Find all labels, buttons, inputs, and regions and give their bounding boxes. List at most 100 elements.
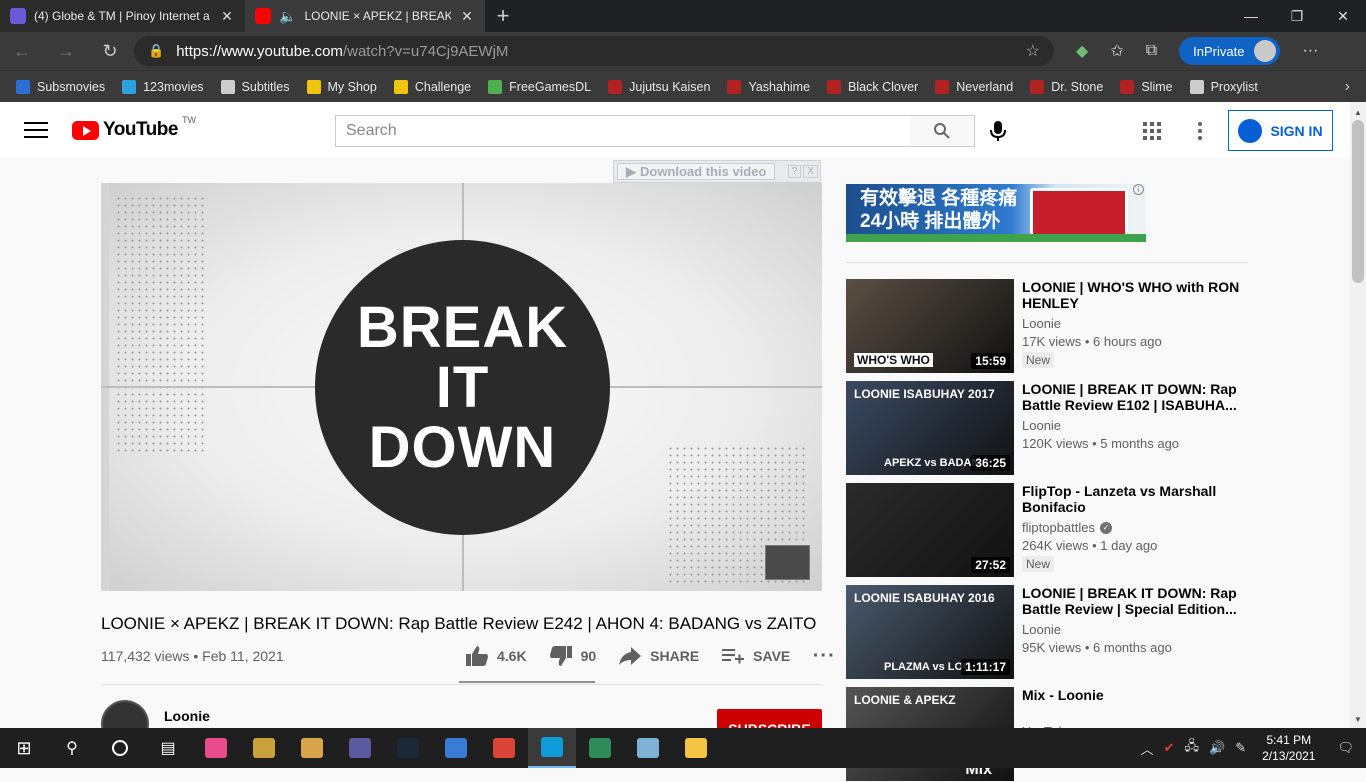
crunchyroll-icon xyxy=(608,79,623,94)
antivirus-icon[interactable]: ✔ xyxy=(1164,740,1175,756)
video-thumbnail[interactable]: 27:52 xyxy=(846,483,1014,577)
refresh-icon[interactable]: ↻ xyxy=(88,32,132,70)
save-button[interactable]: SAVE xyxy=(721,645,790,667)
recommended-video[interactable]: LOONIE ISABUHAY 2017 APEKZ vs BADAN 36:25 L… xyxy=(846,381,1248,476)
account-icon xyxy=(1238,118,1263,143)
sign-in-button[interactable]: SIGN IN xyxy=(1228,110,1333,151)
bookmark-item[interactable]: FreeGamesDL xyxy=(488,79,591,94)
channel-watermark[interactable] xyxy=(765,545,810,580)
search-button[interactable]: ⚲ xyxy=(48,728,96,768)
microphone-icon[interactable] xyxy=(988,120,1008,142)
speaker-icon[interactable]: 🔈 xyxy=(279,8,296,25)
like-button[interactable]: 4.6K xyxy=(465,645,527,667)
video-thumbnail[interactable]: LOONIE ISABUHAY 2016 PLAZMA vs LOO 1:11:17 xyxy=(846,585,1014,679)
bookmark-item[interactable]: Subsmovies xyxy=(16,79,105,94)
recommended-title[interactable]: Mix - Loonie xyxy=(1022,687,1244,703)
recommended-video[interactable]: LOONIE ISABUHAY 2016 PLAZMA vs LOO 1:11:17… xyxy=(846,585,1248,680)
show-hidden-icons[interactable]: ︿ xyxy=(1141,739,1154,758)
ad-info-icon[interactable]: i xyxy=(1133,184,1144,195)
app-colorful[interactable] xyxy=(192,728,240,768)
network-icon[interactable]: 🖧 xyxy=(1185,737,1200,759)
clock[interactable]: 5:41 PM 2/13/2021 xyxy=(1262,732,1315,764)
video-thumbnail[interactable]: WHO'S WHO 15:59 xyxy=(846,279,1014,373)
bookmark-item[interactable]: 123movies xyxy=(122,79,204,94)
url-field[interactable]: 🔒 https://www.youtube.com/watch?v=u74Cj9… xyxy=(134,36,1054,66)
share-button[interactable]: SHARE xyxy=(618,645,699,667)
tab-youtube[interactable]: 🔈 LOONIE × APEKZ | BREAK IT ✕ xyxy=(245,0,485,32)
app-game3-icon xyxy=(349,738,371,758)
download-video-button[interactable]: ▶ Download this video xyxy=(617,163,776,180)
more-menu-icon[interactable]: ··· xyxy=(1302,42,1318,60)
recommended-title[interactable]: LOONIE | BREAK IT DOWN: Rap Battle Revie… xyxy=(1022,585,1244,617)
bookmark-item[interactable]: Proxylist xyxy=(1189,79,1258,94)
ad-banner[interactable]: 有效擊退 各種疼痛 24小時 排出體外 xyxy=(846,184,1146,242)
forward-icon[interactable]: → xyxy=(44,32,88,70)
chrome-icon xyxy=(493,738,515,758)
collections-icon[interactable]: ⧉ xyxy=(1146,42,1157,60)
extension-icon[interactable]: ◆ xyxy=(1076,41,1088,61)
volume-icon[interactable]: 🔊 xyxy=(1209,740,1225,756)
task-view-button[interactable]: ▤ xyxy=(144,728,192,768)
bookmark-item[interactable]: Jujutsu Kaisen xyxy=(608,79,710,94)
page-scrollbar[interactable]: ▲ ▼ xyxy=(1350,102,1366,728)
steam[interactable] xyxy=(384,728,432,768)
edge-dev[interactable] xyxy=(576,728,624,768)
edge[interactable] xyxy=(528,728,576,768)
recommended-video[interactable]: 27:52 FlipTop - Lanzeta vs Marshall Bonif… xyxy=(846,483,1248,578)
chrome[interactable] xyxy=(480,728,528,768)
app-game3[interactable] xyxy=(336,728,384,768)
bookmark-item[interactable]: Black Clover xyxy=(827,79,918,94)
close-download-bar-button[interactable]: X xyxy=(803,165,818,178)
apps-grid-icon[interactable] xyxy=(1143,122,1161,140)
bookmark-item[interactable]: Dr. Stone xyxy=(1030,79,1103,94)
recommended-video[interactable]: WHO'S WHO 15:59 LOONIE | WHO'S WHO with RO… xyxy=(846,279,1248,374)
steam-icon xyxy=(397,738,419,758)
recommended-title[interactable]: FlipTop - Lanzeta vs Marshall Bonifacio xyxy=(1022,483,1244,515)
menu-icon[interactable] xyxy=(24,122,48,138)
notifications-icon[interactable]: 🗨 xyxy=(1337,740,1354,756)
pen-icon[interactable]: ✎ xyxy=(1235,740,1246,756)
bookmark-label: Proxylist xyxy=(1210,79,1258,94)
bookmark-item[interactable]: Yashahime xyxy=(727,79,810,94)
bookmarks-overflow-icon[interactable]: › xyxy=(1345,78,1350,96)
restore-icon[interactable]: ❐ xyxy=(1274,0,1320,32)
cortana-button[interactable] xyxy=(96,728,144,768)
back-icon[interactable]: ← xyxy=(0,32,44,70)
video-thumbnail[interactable]: LOONIE ISABUHAY 2017 APEKZ vs BADAN 36:25 xyxy=(846,381,1014,475)
bookmark-item[interactable]: Challenge xyxy=(393,79,471,94)
close-window-icon[interactable]: ✕ xyxy=(1320,0,1366,32)
bookmark-item[interactable]: Slime xyxy=(1120,79,1173,94)
app-notes[interactable] xyxy=(624,728,672,768)
scroll-up-icon[interactable]: ▲ xyxy=(1354,108,1362,117)
lock-icon[interactable]: 🔒 xyxy=(148,43,164,59)
search-button[interactable] xyxy=(910,115,975,147)
inprivate-button[interactable]: InPrivate xyxy=(1179,37,1281,65)
more-actions-button[interactable]: ··· xyxy=(812,645,836,667)
file-explorer[interactable] xyxy=(672,728,720,768)
app-globe[interactable] xyxy=(432,728,480,768)
recommended-title[interactable]: LOONIE | WHO'S WHO with RON HENLEY xyxy=(1022,279,1244,311)
app-game1[interactable] xyxy=(240,728,288,768)
minimize-icon[interactable]: — xyxy=(1228,0,1274,32)
recommended-title[interactable]: LOONIE | BREAK IT DOWN: Rap Battle Revie… xyxy=(1022,381,1244,413)
close-tab-icon[interactable]: ✕ xyxy=(219,8,235,25)
bookmark-item[interactable]: My Shop xyxy=(306,79,377,94)
add-favorite-icon[interactable]: ☆ xyxy=(1026,41,1040,61)
video-player[interactable]: BREAK IT DOWN xyxy=(101,183,822,591)
bookmark-item[interactable]: Subtitles xyxy=(220,79,290,94)
search-input[interactable]: Search xyxy=(335,115,911,147)
help-button[interactable]: ? xyxy=(787,165,802,178)
bookmark-item[interactable]: Neverland xyxy=(935,79,1013,94)
tab-globe[interactable]: (4) Globe & TM | Pinoy Internet a ✕ xyxy=(0,0,245,32)
dislike-button[interactable]: 90 xyxy=(549,645,596,667)
start-button[interactable]: ⊞ xyxy=(0,728,48,768)
favorites-icon[interactable]: ✩ xyxy=(1110,41,1123,61)
scroll-down-icon[interactable]: ▼ xyxy=(1354,715,1362,724)
new-tab-button[interactable]: + xyxy=(485,0,521,32)
app-game2[interactable] xyxy=(288,728,336,768)
channel-name[interactable]: Loonie xyxy=(164,708,210,724)
youtube-logo[interactable]: YouTube TW xyxy=(72,115,196,141)
settings-more-icon[interactable] xyxy=(1193,120,1207,142)
scrollbar-thumb[interactable] xyxy=(1352,120,1364,283)
close-tab-icon[interactable]: ✕ xyxy=(459,8,475,25)
